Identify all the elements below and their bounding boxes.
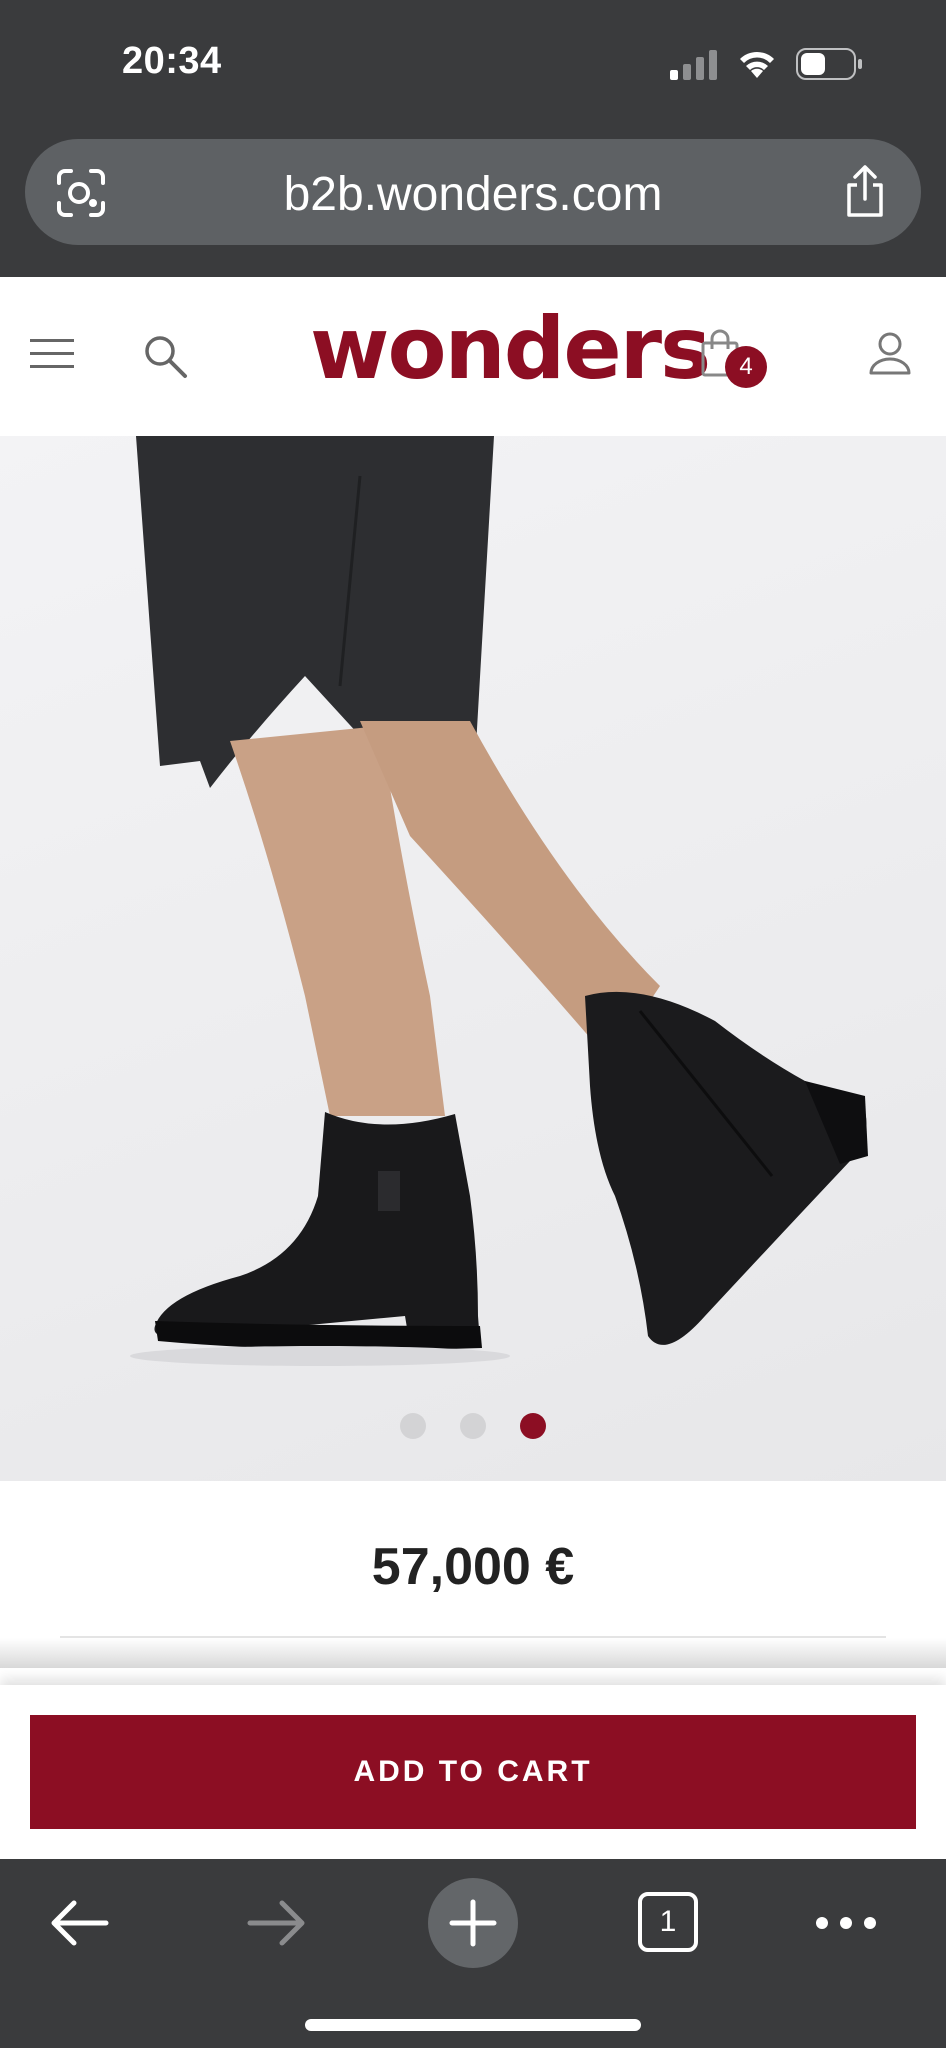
gallery-dot-1[interactable] (400, 1413, 426, 1439)
gallery-dot-2[interactable] (460, 1413, 486, 1439)
cart-count-badge: 4 (725, 346, 767, 388)
scroll-fade (0, 1638, 946, 1668)
tabs-icon[interactable]: 1 (638, 1892, 698, 1952)
gallery-dots (0, 1413, 946, 1441)
battery-icon (796, 48, 862, 80)
home-indicator (305, 2019, 641, 2031)
add-to-cart-button[interactable]: ADD TO CART (30, 1715, 916, 1829)
browser-bottom-toolbar: 1 (0, 1859, 946, 2048)
page: 20:34 b2b.wonders.com wonders 4 57,000 €… (0, 0, 946, 2048)
forward-arrow-icon[interactable] (236, 1883, 316, 1963)
share-icon[interactable] (841, 163, 889, 219)
gallery-dot-3[interactable] (520, 1413, 546, 1439)
address-bar[interactable]: b2b.wonders.com (25, 139, 921, 245)
product-photo-illustration (130, 436, 868, 1366)
back-arrow-icon[interactable] (40, 1883, 120, 1963)
product-image[interactable] (0, 436, 946, 1481)
signal-icon (670, 50, 717, 80)
user-icon[interactable] (868, 329, 912, 379)
wifi-icon (740, 51, 774, 78)
url-text[interactable]: b2b.wonders.com (25, 167, 921, 222)
status-time: 20:34 (122, 40, 222, 82)
search-icon[interactable] (142, 333, 188, 379)
more-icon[interactable] (806, 1883, 886, 1963)
sticky-cart-bar: ADD TO CART (0, 1685, 946, 1859)
product-price: 57,000 € (371, 1538, 575, 1596)
brand-logo[interactable]: wonders (310, 299, 711, 399)
menu-icon[interactable] (30, 337, 74, 371)
new-tab-plus-icon[interactable] (428, 1878, 518, 1968)
price-section: 57,000 € (0, 1481, 946, 1685)
site-header: wonders 4 (0, 277, 946, 436)
browser-top-bar: 20:34 b2b.wonders.com (0, 0, 946, 277)
